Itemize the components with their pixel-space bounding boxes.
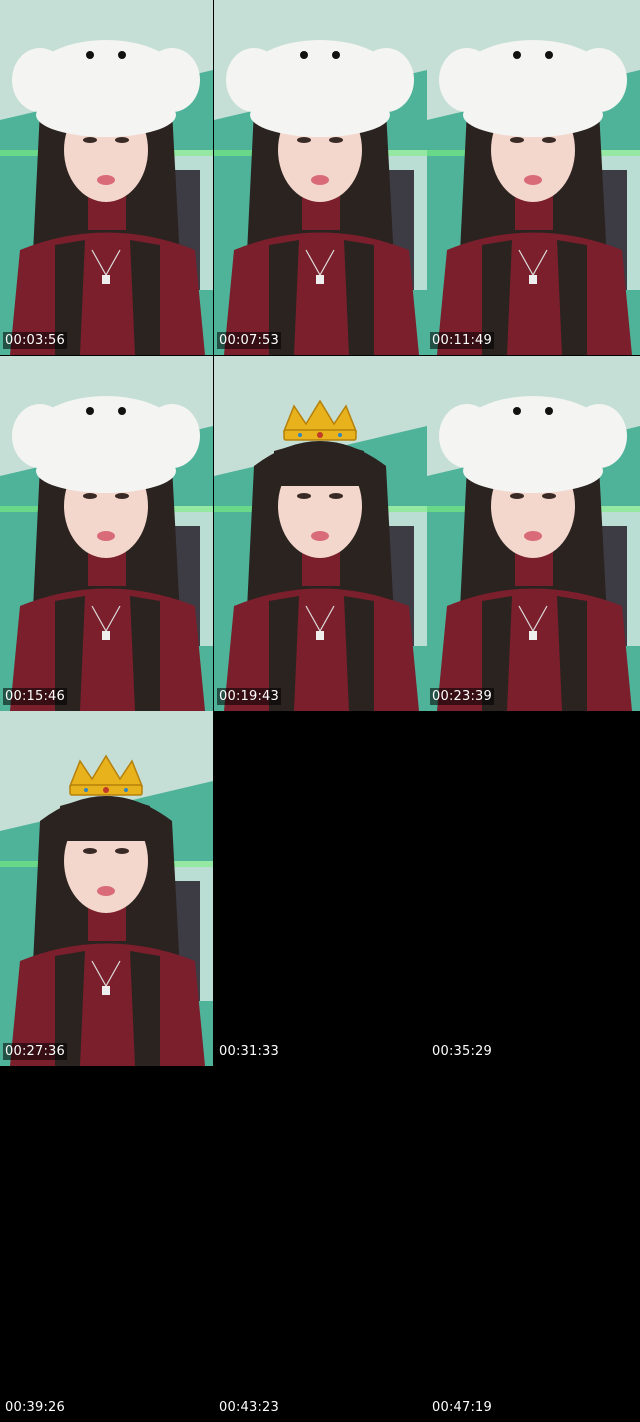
video-frame-thumbnail: 00:35:29 xyxy=(427,711,640,1066)
thumbnail-grid: 00:03:56 00:07:53 00:11:49 00:15:46 00:1… xyxy=(0,0,640,1422)
frame-timestamp: 00:27:36 xyxy=(3,1043,67,1060)
video-frame-thumbnail: 00:39:26 xyxy=(0,1067,213,1422)
video-frame-thumbnail: 00:03:56 xyxy=(0,0,213,355)
crown-overlay xyxy=(282,399,358,441)
bear-hat-overlay xyxy=(226,40,414,137)
video-frame-thumbnail: 00:11:49 xyxy=(427,0,640,355)
frame-timestamp: 00:35:29 xyxy=(432,1044,492,1059)
video-frame-thumbnail: 00:47:19 xyxy=(427,1067,640,1422)
frame-timestamp: 00:07:53 xyxy=(217,332,281,349)
video-frame-thumbnail: 00:07:53 xyxy=(214,0,427,355)
frame-timestamp: 00:11:49 xyxy=(430,332,494,349)
frame-timestamp: 00:47:19 xyxy=(432,1400,492,1415)
video-frame-thumbnail: 00:19:43 xyxy=(214,356,427,711)
bear-hat-overlay xyxy=(439,396,627,493)
video-frame-thumbnail: 00:43:23 xyxy=(214,1067,427,1422)
bear-hat-overlay xyxy=(12,40,200,137)
frame-timestamp: 00:43:23 xyxy=(219,1400,279,1415)
crown-overlay xyxy=(68,754,144,796)
frame-timestamp: 00:15:46 xyxy=(3,688,67,705)
video-frame-thumbnail: 00:23:39 xyxy=(427,356,640,711)
frame-timestamp: 00:03:56 xyxy=(3,332,67,349)
frame-timestamp: 00:31:33 xyxy=(219,1044,279,1059)
bear-hat-overlay xyxy=(439,40,627,137)
frame-timestamp: 00:23:39 xyxy=(430,688,494,705)
video-frame-thumbnail: 00:15:46 xyxy=(0,356,213,711)
video-frame-thumbnail: 00:27:36 xyxy=(0,711,213,1066)
frame-timestamp: 00:39:26 xyxy=(5,1400,65,1415)
frame-timestamp: 00:19:43 xyxy=(217,688,281,705)
video-frame-thumbnail: 00:31:33 xyxy=(214,711,427,1066)
bear-hat-overlay xyxy=(12,396,200,493)
